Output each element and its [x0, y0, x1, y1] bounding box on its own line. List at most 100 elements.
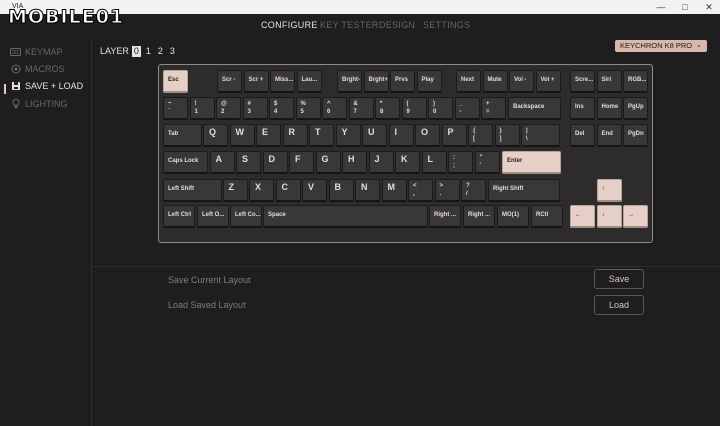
layer-option-2[interactable]: 2	[156, 46, 165, 57]
keyboard-key[interactable]: W	[229, 124, 255, 147]
keyboard-key[interactable]: Scr -	[217, 70, 243, 93]
keyboard-key[interactable]: O	[415, 124, 441, 147]
keyboard-key[interactable]: Miss...	[270, 70, 296, 93]
tab-design[interactable]: DESIGN	[379, 20, 415, 30]
keyboard-key[interactable]: U	[362, 124, 388, 147]
keyboard-key[interactable]: " '	[474, 151, 500, 174]
keyboard-key[interactable]: MO(1)	[497, 205, 529, 228]
keyboard-key[interactable]: + =	[481, 97, 507, 120]
keyboard-key[interactable]: →	[623, 205, 649, 228]
keyboard-key[interactable]: E	[256, 124, 282, 147]
keyboard-key[interactable]: Play	[416, 70, 442, 93]
keyboard-key[interactable]: H	[342, 151, 368, 174]
keyboard-key[interactable]: Brght-	[337, 70, 363, 93]
keyboard-key[interactable]: Vol +	[535, 70, 561, 93]
keyboard-key[interactable]: >.	[434, 179, 460, 202]
keyboard-key[interactable]: Prvs	[390, 70, 416, 93]
minimize-icon[interactable]: —	[652, 1, 670, 13]
keyboard-key[interactable]: $4	[269, 97, 295, 120]
keyboard-key[interactable]: Left Shift	[163, 179, 222, 202]
load-button[interactable]: Load	[594, 295, 644, 315]
keyboard-key[interactable]: Mute	[482, 70, 508, 93]
keyboard-key[interactable]: Left O...	[197, 205, 229, 228]
keyboard-key[interactable]: F	[289, 151, 315, 174]
keyboard-key[interactable]: R	[282, 124, 308, 147]
keyboard-key[interactable]: #3	[242, 97, 268, 120]
keyboard-key[interactable]: }]	[494, 124, 520, 147]
keyboard-key[interactable]: K	[395, 151, 421, 174]
keyboard-key[interactable]: ) 0	[428, 97, 454, 120]
keyboard-key[interactable]: {[	[468, 124, 494, 147]
keyboard-select[interactable]: KEYCHRON K8 PRO ⌄	[615, 40, 707, 52]
keyboard-key[interactable]: C	[275, 179, 301, 202]
keyboard-key[interactable]: End	[596, 124, 622, 147]
sidebar-item-keymap[interactable]: KEYMAP	[10, 45, 63, 59]
keyboard-key[interactable]: Backspace	[508, 97, 562, 120]
keyboard-key[interactable]: Scre...	[570, 70, 596, 93]
keyboard-key[interactable]: Brght+	[363, 70, 389, 93]
keyboard-key[interactable]: <,	[408, 179, 434, 202]
keyboard-key[interactable]: V	[302, 179, 328, 202]
keyboard-key[interactable]: J	[368, 151, 394, 174]
keyboard-key[interactable]: Esc	[163, 70, 189, 93]
keyboard-key[interactable]: Home	[596, 97, 622, 120]
keyboard-key[interactable]: Right Shift	[488, 179, 560, 202]
keyboard-key[interactable]: S	[236, 151, 262, 174]
keyboard-key[interactable]: (9	[401, 97, 427, 120]
keyboard-key[interactable]: * 8	[375, 97, 401, 120]
layer-option-3[interactable]: 3	[168, 46, 177, 57]
sidebar-item-lighting[interactable]: LIGHTING	[10, 97, 68, 111]
keyboard-key[interactable]: M	[381, 179, 407, 202]
layer-option-1[interactable]: 1	[144, 46, 153, 57]
keyboard-key[interactable]: % 5	[295, 97, 321, 120]
layer-option-0[interactable]: 0	[131, 45, 141, 57]
keyboard-key[interactable]: Q	[203, 124, 229, 147]
maximize-icon[interactable]: □	[676, 1, 694, 13]
keyboard-key[interactable]: Lau...	[296, 70, 322, 93]
save-button[interactable]: Save	[594, 269, 644, 289]
tab-settings[interactable]: SETTINGS	[423, 20, 470, 30]
keyboard-key[interactable]: PgDn	[623, 124, 649, 147]
keyboard-key[interactable]: Right ...	[429, 205, 461, 228]
keyboard-key[interactable]: PgUp	[623, 97, 649, 120]
keyboard-key[interactable]: RCtl	[531, 205, 563, 228]
keyboard-key[interactable]: _ -	[454, 97, 480, 120]
keyboard-key[interactable]: I	[388, 124, 414, 147]
keyboard-key[interactable]: Vol -	[509, 70, 535, 93]
keyboard-key[interactable]: ↑	[596, 179, 622, 202]
tab-key-tester[interactable]: KEY TESTER	[320, 20, 379, 30]
close-icon[interactable]: ✕	[700, 1, 718, 13]
keyboard-key[interactable]: X	[249, 179, 275, 202]
keyboard-key[interactable]: ? /	[461, 179, 487, 202]
keyboard-key[interactable]: ↓	[596, 205, 622, 228]
keyboard-key[interactable]: Space	[263, 205, 429, 228]
sidebar-item-save-load[interactable]: SAVE + LOAD	[10, 79, 83, 93]
keyboard-key[interactable]: B	[328, 179, 354, 202]
keyboard-key[interactable]: Ins	[570, 97, 596, 120]
keyboard-key[interactable]: ~ `	[163, 97, 189, 120]
keyboard-key[interactable]: Z	[222, 179, 248, 202]
keyboard-key[interactable]: Enter	[502, 151, 561, 174]
keyboard-key[interactable]: ^ 6	[322, 97, 348, 120]
keyboard-key[interactable]: @2	[216, 97, 242, 120]
keyboard-key[interactable]: Scr +	[243, 70, 269, 93]
keyboard-key[interactable]: | \	[521, 124, 560, 147]
keyboard-key[interactable]: RGB...	[623, 70, 649, 93]
keyboard-key[interactable]: ←	[570, 205, 596, 228]
keyboard-key[interactable]: Right ...	[463, 205, 495, 228]
keyboard-key[interactable]: L	[421, 151, 447, 174]
keyboard-key[interactable]: P	[441, 124, 467, 147]
keyboard-key[interactable]: Siri	[596, 70, 622, 93]
keyboard-key[interactable]: ! 1	[189, 97, 215, 120]
keyboard-key[interactable]: Caps Lock	[163, 151, 209, 174]
keyboard-key[interactable]: Tab	[163, 124, 202, 147]
keyboard-key[interactable]: G	[315, 151, 341, 174]
tab-configure[interactable]: CONFIGURE	[261, 20, 318, 30]
keyboard-key[interactable]: & 7	[348, 97, 374, 120]
keyboard-key[interactable]: Left Ctrl	[163, 205, 195, 228]
keyboard-key[interactable]: Left Co...	[230, 205, 262, 228]
keyboard-key[interactable]: Next	[456, 70, 482, 93]
keyboard-key[interactable]: D	[262, 151, 288, 174]
keyboard-key[interactable]: Y	[335, 124, 361, 147]
keyboard-key[interactable]: N	[355, 179, 381, 202]
